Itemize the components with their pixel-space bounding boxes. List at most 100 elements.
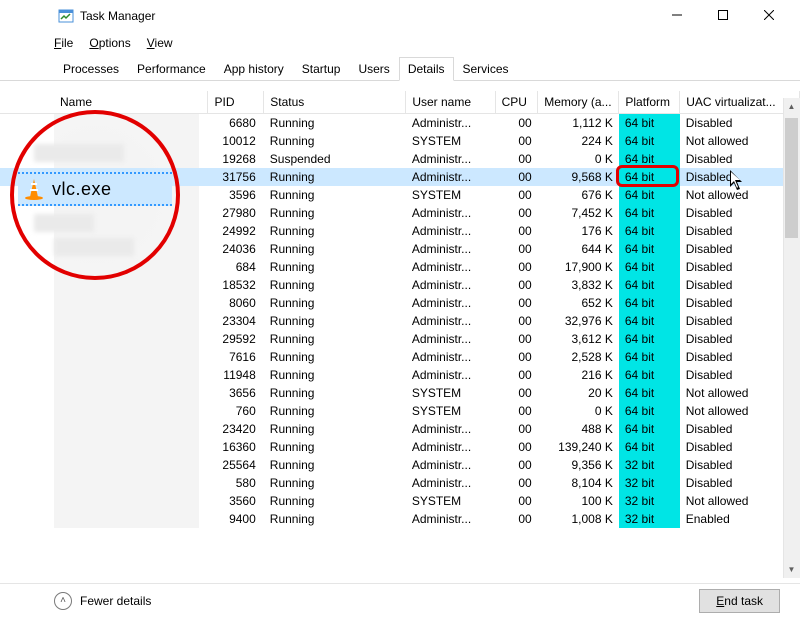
- cell-status: Running: [264, 456, 406, 474]
- header-cpu[interactable]: CPU: [495, 91, 538, 114]
- cell-uac: Disabled: [680, 168, 800, 186]
- table-row[interactable]: 3560RunningSYSTEM00100 K32 bitNot allowe…: [0, 492, 800, 510]
- cell-cpu: 00: [495, 366, 538, 384]
- minimize-button[interactable]: [654, 0, 700, 30]
- cell-status: Running: [264, 492, 406, 510]
- vertical-scrollbar[interactable]: ▲ ▼: [783, 98, 800, 578]
- cell-status: Running: [264, 348, 406, 366]
- fewer-details-toggle[interactable]: ˄ Fewer details: [54, 592, 151, 610]
- cell-cpu: 00: [495, 510, 538, 528]
- cell-memory: 3,612 K: [538, 330, 619, 348]
- cell-pid: 3596: [208, 186, 264, 204]
- cell-memory: 676 K: [538, 186, 619, 204]
- close-button[interactable]: [746, 0, 792, 30]
- cell-uac: Disabled: [680, 474, 800, 492]
- table-row[interactable]: 7616RunningAdministr...002,528 K64 bitDi…: [0, 348, 800, 366]
- table-row[interactable]: 3656RunningSYSTEM0020 K64 bitNot allowed: [0, 384, 800, 402]
- table-row[interactable]: 19268SuspendedAdministr...000 K64 bitDis…: [0, 150, 800, 168]
- column-headers[interactable]: Name PID Status User name CPU Memory (a.…: [0, 91, 800, 114]
- tab-details[interactable]: Details: [399, 57, 454, 81]
- table-row[interactable]: 684RunningAdministr...0017,900 K64 bitDi…: [0, 258, 800, 276]
- table-row[interactable]: 11948RunningAdministr...00216 K64 bitDis…: [0, 366, 800, 384]
- table-row[interactable]: 24036RunningAdministr...00644 K64 bitDis…: [0, 240, 800, 258]
- table-row[interactable]: 6680RunningAdministr...001,112 K64 bitDi…: [0, 114, 800, 133]
- cell-status: Running: [264, 204, 406, 222]
- table-row[interactable]: 25564RunningAdministr...009,356 K32 bitD…: [0, 456, 800, 474]
- menu-view[interactable]: View: [147, 36, 173, 50]
- cell-name: [0, 492, 208, 510]
- table-row[interactable]: 27980RunningAdministr...007,452 K64 bitD…: [0, 204, 800, 222]
- cell-name: [0, 402, 208, 420]
- cell-cpu: 00: [495, 438, 538, 456]
- cell-uac: Not allowed: [680, 402, 800, 420]
- cell-user: Administr...: [406, 366, 495, 384]
- cell-memory: 644 K: [538, 240, 619, 258]
- menu-file[interactable]: File: [54, 36, 73, 50]
- table-row[interactable]: 18532RunningAdministr...003,832 K64 bitD…: [0, 276, 800, 294]
- cell-cpu: 00: [495, 240, 538, 258]
- header-status[interactable]: Status: [264, 91, 406, 114]
- table-row[interactable]: 24992RunningAdministr...00176 K64 bitDis…: [0, 222, 800, 240]
- table-row[interactable]: 760RunningSYSTEM000 K64 bitNot allowed: [0, 402, 800, 420]
- cell-status: Suspended: [264, 150, 406, 168]
- menu-options[interactable]: Options: [89, 36, 130, 50]
- table-row[interactable]: 3596RunningSYSTEM00676 K64 bitNot allowe…: [0, 186, 800, 204]
- table-row[interactable]: 31756RunningAdministr...009,568 K64 bitD…: [0, 168, 800, 186]
- cell-name: [0, 474, 208, 492]
- cell-uac: Disabled: [680, 456, 800, 474]
- header-platform[interactable]: Platform: [619, 91, 680, 114]
- cell-user: Administr...: [406, 204, 495, 222]
- cell-platform: 32 bit: [619, 510, 680, 528]
- scroll-down-arrow-icon[interactable]: ▼: [783, 561, 800, 578]
- cell-pid: 29592: [208, 330, 264, 348]
- header-name[interactable]: Name: [0, 91, 208, 114]
- cell-status: Running: [264, 366, 406, 384]
- header-memory[interactable]: Memory (a...: [538, 91, 619, 114]
- cell-name: [0, 186, 208, 204]
- cell-status: Running: [264, 186, 406, 204]
- table-row[interactable]: 29592RunningAdministr...003,612 K64 bitD…: [0, 330, 800, 348]
- title-bar: Task Manager: [0, 0, 800, 32]
- cell-memory: 100 K: [538, 492, 619, 510]
- tab-processes[interactable]: Processes: [54, 57, 128, 81]
- table-row[interactable]: 16360RunningAdministr...00139,240 K64 bi…: [0, 438, 800, 456]
- cell-cpu: 00: [495, 276, 538, 294]
- cell-platform: 64 bit: [619, 132, 680, 150]
- table-row[interactable]: 580RunningAdministr...008,104 K32 bitDis…: [0, 474, 800, 492]
- table-row[interactable]: 23304RunningAdministr...0032,976 K64 bit…: [0, 312, 800, 330]
- cell-user: Administr...: [406, 150, 495, 168]
- cell-cpu: 00: [495, 456, 538, 474]
- table-row[interactable]: 8060RunningAdministr...00652 K64 bitDisa…: [0, 294, 800, 312]
- cell-user: Administr...: [406, 330, 495, 348]
- header-user[interactable]: User name: [406, 91, 495, 114]
- scroll-up-arrow-icon[interactable]: ▲: [783, 98, 800, 115]
- cell-platform: 64 bit: [619, 366, 680, 384]
- cell-pid: 8060: [208, 294, 264, 312]
- cell-name: [0, 132, 208, 150]
- table-row[interactable]: 10012RunningSYSTEM00224 K64 bitNot allow…: [0, 132, 800, 150]
- cell-uac: Disabled: [680, 438, 800, 456]
- tab-startup[interactable]: Startup: [293, 57, 350, 81]
- task-manager-icon: [58, 8, 74, 24]
- maximize-button[interactable]: [700, 0, 746, 30]
- cell-platform: 64 bit: [619, 240, 680, 258]
- tab-performance[interactable]: Performance: [128, 57, 215, 81]
- cell-pid: 7616: [208, 348, 264, 366]
- scroll-thumb[interactable]: [785, 118, 798, 238]
- end-task-button[interactable]: End task: [699, 589, 780, 613]
- cell-pid: 760: [208, 402, 264, 420]
- details-table[interactable]: Name PID Status User name CPU Memory (a.…: [0, 91, 800, 528]
- tab-app-history[interactable]: App history: [215, 57, 293, 81]
- window-title: Task Manager: [80, 9, 155, 23]
- cell-uac: Disabled: [680, 258, 800, 276]
- tab-users[interactable]: Users: [349, 57, 398, 81]
- header-pid[interactable]: PID: [208, 91, 264, 114]
- header-uac[interactable]: UAC virtualizat...: [680, 91, 800, 114]
- cell-memory: 0 K: [538, 150, 619, 168]
- table-row[interactable]: 9400RunningAdministr...001,008 K32 bitEn…: [0, 510, 800, 528]
- cell-memory: 20 K: [538, 384, 619, 402]
- table-row[interactable]: 23420RunningAdministr...00488 K64 bitDis…: [0, 420, 800, 438]
- tab-services[interactable]: Services: [454, 57, 518, 81]
- cell-pid: 11948: [208, 366, 264, 384]
- cell-platform: 64 bit: [619, 114, 680, 133]
